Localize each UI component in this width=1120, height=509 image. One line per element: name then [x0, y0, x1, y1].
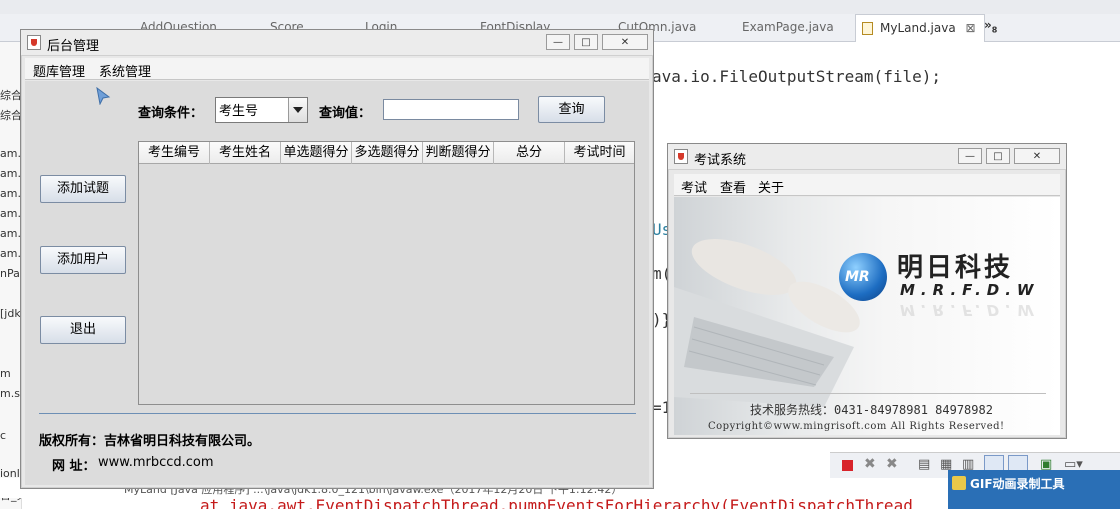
table-header: 考生编号 考生姓名 单选题得分 多选题得分 判断题得分 总分 考试时间: [139, 142, 634, 164]
column-header[interactable]: 考生编号: [139, 142, 210, 164]
mr-logo: MR: [839, 253, 887, 301]
close-button[interactable]: ✕: [602, 34, 648, 50]
tree-item[interactable]: c: [0, 429, 6, 442]
column-header[interactable]: 判断题得分: [423, 142, 494, 164]
menu-question-bank[interactable]: 题库管理: [33, 61, 85, 80]
minimize-button[interactable]: —: [546, 34, 570, 50]
column-header[interactable]: 总分: [494, 142, 565, 164]
query-condition-combo[interactable]: 考生号: [215, 97, 308, 123]
combo-selected-value: 考生号: [219, 104, 259, 119]
remove-launch-icon[interactable]: ✖: [864, 456, 876, 472]
code-line: ava.io.FileOutputStream(file);: [652, 67, 941, 86]
tree-item[interactable]: m.so: [0, 387, 21, 400]
exit-button[interactable]: 退出: [40, 316, 126, 344]
maximize-button[interactable]: □: [986, 148, 1010, 164]
brand-en-reflection: M.R.F.D.W: [900, 301, 1040, 319]
tree-item[interactable]: nPa: [0, 267, 20, 280]
java-app-icon: [27, 35, 41, 50]
java-app-icon: [674, 149, 688, 164]
brand-name: 明日科技: [897, 253, 1014, 283]
close-tab-icon[interactable]: ⊠: [966, 21, 976, 35]
tree-item[interactable]: m: [0, 367, 11, 380]
logo-text: MR: [845, 269, 870, 285]
mouse-cursor-icon: [96, 87, 111, 105]
ide-top-toolbar: [0, 0, 1120, 14]
console-error-line: at java.awt.EventDispatchThread.pumpEven…: [200, 496, 913, 509]
menu-system[interactable]: 系统管理: [99, 61, 151, 80]
java-file-icon: [862, 22, 873, 35]
copyright-text: 版权所有：吉林省明日科技有限公司。: [39, 434, 261, 449]
menu-view[interactable]: 查看: [720, 177, 746, 196]
column-header[interactable]: 考生姓名: [210, 142, 281, 164]
exam-menu-bar: 考试 查看 关于: [674, 174, 1060, 196]
admin-menu-bar: 题库管理 系统管理: [25, 58, 649, 80]
tab-overflow-icon[interactable]: »8: [984, 18, 997, 34]
tree-item[interactable]: am.e: [0, 167, 21, 180]
admin-window-title: 后台管理: [47, 39, 100, 54]
keyboard-hands-image: [674, 239, 860, 407]
exam-window-title: 考试系统: [694, 153, 747, 168]
gif-recorder-window[interactable]: GIF动画录制工具: [948, 470, 1120, 509]
remove-all-icon[interactable]: ✖: [886, 456, 898, 472]
query-value-label: 查询值：: [319, 106, 372, 121]
console-output[interactable]: at java.awt.EventDispatchThread.pumpEven…: [200, 496, 960, 509]
query-condition-label: 查询条件：: [138, 106, 204, 121]
query-value-input[interactable]: [383, 99, 519, 120]
editor-tab-label: MyLand.java: [880, 21, 956, 35]
menu-about[interactable]: 关于: [758, 177, 784, 196]
tree-item[interactable]: [jdk: [0, 307, 21, 320]
website-url: www.mrbccd.com: [98, 455, 214, 470]
gif-recorder-icon: [952, 476, 966, 490]
close-button[interactable]: ✕: [1014, 148, 1060, 164]
menu-exam[interactable]: 考试: [681, 177, 707, 196]
editor-tab-active[interactable]: MyLand.java ⊠: [855, 14, 985, 42]
tree-item[interactable]: 综合_: [0, 107, 21, 123]
tree-item[interactable]: am.e: [0, 187, 21, 200]
package-explorer[interactable]: 综合_ 综合_ am.l am.e am.e am.l am.s am.s nP…: [0, 42, 22, 509]
splash-image: MR 明日科技 M.R.F.D.W M.R.F.D.W 技术服务热线：0431-…: [674, 197, 1060, 435]
query-button[interactable]: 查询: [538, 96, 605, 123]
exam-title-bar[interactable]: 考试系统 — □ ✕: [668, 144, 1066, 170]
exam-window: 考试系统 — □ ✕ 考试 查看 关于 MR 明日科技 M.R.F.D.W M.…: [667, 143, 1067, 439]
admin-content-panel: 查询条件： 考生号 查询值： 查询 考生编号 考生姓名 单选题得分 多选题得分 …: [25, 81, 649, 485]
add-question-button[interactable]: 添加试题: [40, 175, 126, 203]
score-table[interactable]: 考生编号 考生姓名 单选题得分 多选题得分 判断题得分 总分 考试时间: [138, 141, 635, 405]
admin-window: 后台管理 — □ ✕ 题库管理 系统管理 查询条件： 考生号 查询值： 查询 考…: [20, 29, 654, 489]
clear-console-icon[interactable]: ▤: [918, 457, 930, 472]
chevron-down-icon[interactable]: [288, 98, 307, 122]
add-user-button[interactable]: 添加用户: [40, 246, 126, 274]
column-header[interactable]: 单选题得分: [281, 142, 352, 164]
tree-item[interactable]: 综合_: [0, 87, 21, 103]
tree-item[interactable]: am.l: [0, 207, 21, 220]
maximize-button[interactable]: □: [574, 34, 598, 50]
editor-tab[interactable]: ExamPage.java: [742, 20, 834, 34]
tree-item[interactable]: am.s: [0, 227, 21, 240]
exam-copyright: Copyright©www.mingrisoft.com All Rights …: [708, 421, 1005, 432]
column-header[interactable]: 多选题得分: [352, 142, 423, 164]
tree-item[interactable]: am.l: [0, 147, 21, 160]
brand-en: M.R.F.D.W: [900, 281, 1040, 299]
column-header[interactable]: 考试时间: [565, 142, 634, 164]
terminate-icon[interactable]: [842, 460, 853, 471]
admin-title-bar[interactable]: 后台管理 — □ ✕: [21, 30, 653, 56]
footer-divider: [39, 413, 636, 414]
minimize-button[interactable]: —: [958, 148, 982, 164]
website-label: 网 址：: [52, 459, 96, 474]
gif-recorder-title: GIF动画录制工具: [970, 477, 1065, 491]
service-hotline: 技术服务热线：0431-84978981 84978982: [750, 403, 993, 417]
splash-divider: [690, 393, 1046, 394]
tree-item[interactable]: am.s: [0, 247, 21, 260]
